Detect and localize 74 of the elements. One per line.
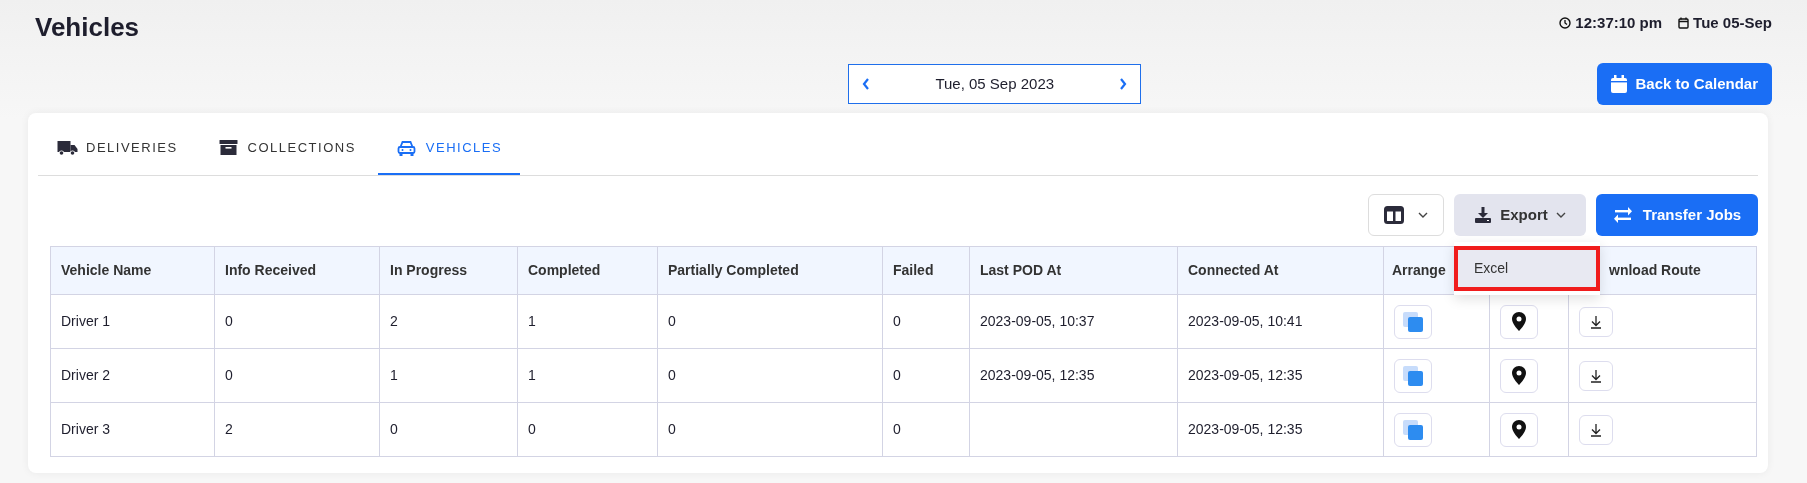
download-route-button[interactable] <box>1579 414 1613 445</box>
export-button[interactable]: Export <box>1454 194 1586 237</box>
table-cell: 0 <box>379 402 518 457</box>
previous-button[interactable] <box>861 77 872 92</box>
table-cell: 0 <box>214 348 380 403</box>
map-pin-icon <box>1512 420 1526 440</box>
column-header: Arrange <box>1392 262 1446 279</box>
table-cell: 2023-09-05, 10:37 <box>969 294 1178 349</box>
map-button[interactable] <box>1500 304 1538 339</box>
map-button[interactable] <box>1500 412 1538 447</box>
download-icon <box>1474 206 1493 225</box>
column-header: Connected At <box>1188 262 1279 279</box>
table-cell: 0 <box>882 402 970 457</box>
table-cell: 2023-09-05, 12:35 <box>969 348 1178 403</box>
column-header: Completed <box>528 262 601 279</box>
tab[interactable]: COLLECTIONS <box>199 137 374 176</box>
map-button[interactable] <box>1500 358 1538 393</box>
calendar-icon <box>1611 75 1628 94</box>
back-to-calendar-button[interactable]: Back to Calendar <box>1597 63 1772 106</box>
download-route-button[interactable] <box>1579 306 1613 337</box>
column-header: In Progress <box>390 262 468 279</box>
column-header: Info Received <box>225 262 317 279</box>
clock-icon <box>1559 17 1572 30</box>
table-cell: 2023-09-05, 12:35 <box>1177 402 1384 457</box>
download-icon <box>1590 422 1602 437</box>
table-cell: 1 <box>517 294 658 349</box>
caret-icon <box>1555 212 1566 219</box>
column-header: Last POD At <box>980 262 1062 279</box>
current-date: Tue 05-Sep <box>1693 13 1772 33</box>
column-header: Vehicle Name <box>61 262 152 279</box>
download-icon <box>1590 314 1602 329</box>
table-cell: 1 <box>517 348 658 403</box>
next-button[interactable] <box>1118 77 1129 92</box>
column-header: Partially Completed <box>668 262 799 279</box>
date-label: Tue, 05 Sep 2023 <box>935 73 1055 94</box>
table-cell: 0 <box>882 294 970 349</box>
table-cell: 0 <box>657 402 883 457</box>
arrange-button[interactable] <box>1394 412 1432 447</box>
calendar-icon <box>1678 17 1690 30</box>
table-cell: 0 <box>657 348 883 403</box>
transfer-jobs-button[interactable]: Transfer Jobs <box>1596 194 1758 237</box>
map-pin-icon <box>1512 312 1526 332</box>
table-cell: 0 <box>657 294 883 349</box>
download-icon <box>1590 368 1602 383</box>
table-cell: 0 <box>214 294 380 349</box>
transfer-icon <box>1612 207 1633 224</box>
table-cell: 0 <box>882 348 970 403</box>
columns-button[interactable] <box>1368 194 1444 237</box>
stacked-squares-icon <box>1402 418 1424 441</box>
current-time: 12:37:10 pm <box>1575 13 1663 33</box>
map-pin-icon <box>1512 366 1526 386</box>
stacked-squares-icon <box>1402 364 1424 387</box>
table-cell: 2023-09-05, 10:41 <box>1177 294 1384 349</box>
download-route-button[interactable] <box>1579 360 1613 391</box>
table-cell: 1 <box>379 348 518 403</box>
table-cell: 2 <box>379 294 518 349</box>
table-cell: 0 <box>517 402 658 457</box>
columns-icon <box>1384 206 1404 225</box>
arrange-button[interactable] <box>1394 358 1432 393</box>
table-cell: 2 <box>214 402 380 457</box>
column-header: Failed <box>893 262 934 279</box>
box-icon <box>217 137 240 157</box>
tab[interactable]: VEHICLES <box>377 137 521 176</box>
table-cell: Driver 1 <box>50 294 215 349</box>
table-cell: Driver 2 <box>50 348 215 403</box>
stacked-squares-icon <box>1402 310 1424 333</box>
tab[interactable]: DELIVERIES <box>38 137 196 176</box>
table-cell: Driver 3 <box>50 402 215 457</box>
menu-item[interactable]: Excel <box>1454 246 1600 292</box>
arrange-button[interactable] <box>1394 304 1432 339</box>
table-cell: 2023-09-05, 12:35 <box>1177 348 1384 403</box>
caret-icon <box>1418 212 1428 219</box>
page-title: Vehicles <box>35 12 140 44</box>
column-header: wnload Route <box>1609 262 1701 279</box>
